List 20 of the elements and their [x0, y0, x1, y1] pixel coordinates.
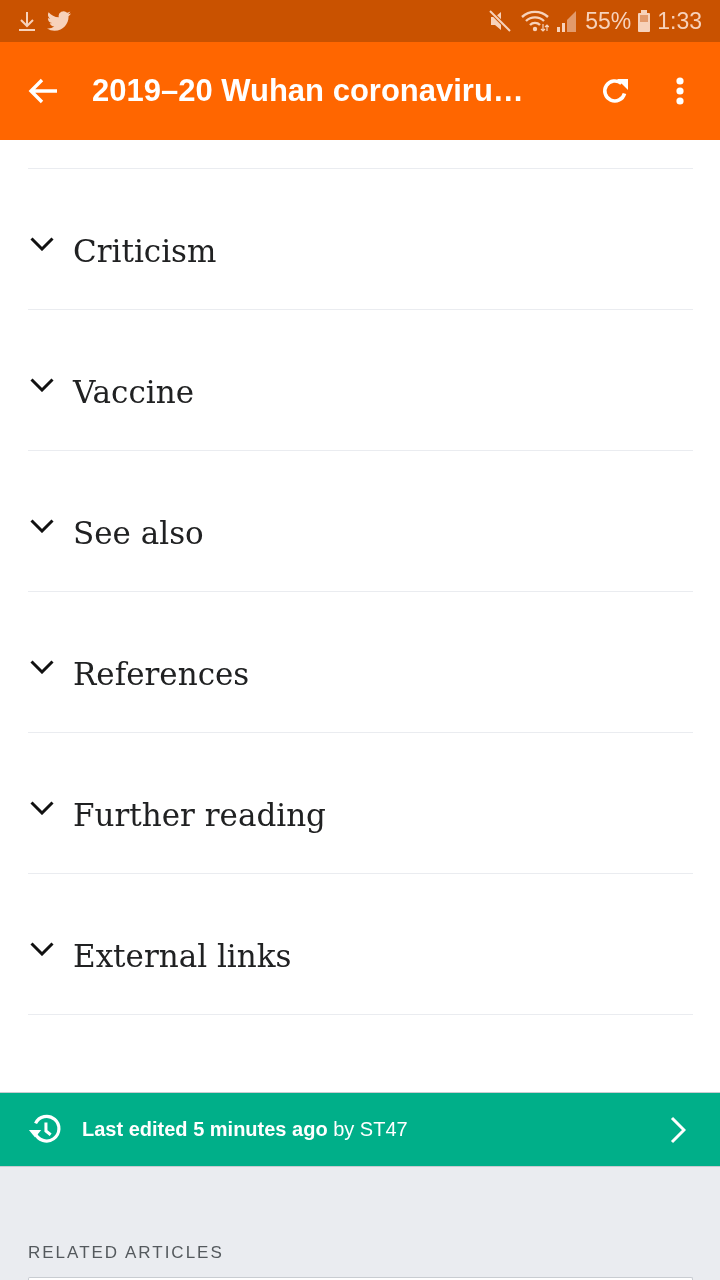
section-header[interactable]: See also: [28, 451, 204, 591]
refresh-icon: [600, 76, 630, 106]
section-header[interactable]: External links: [28, 874, 292, 1014]
signal-icon: [555, 10, 577, 32]
chevron-right-icon: [670, 1115, 686, 1144]
battery-icon: [637, 10, 652, 32]
download-icon: [18, 11, 36, 31]
clock-time: 1:33: [657, 8, 702, 34]
bird-icon: [47, 11, 71, 31]
page-title: 2019–20 Wuhan coronaviru…: [92, 72, 525, 110]
wifi-icon: [521, 10, 550, 32]
back-arrow-icon: [28, 78, 58, 104]
battery-percent: 55%: [585, 8, 632, 34]
mute-icon: [489, 10, 512, 32]
section-header[interactable]: References: [28, 592, 250, 732]
section-header[interactable]: Criticism: [28, 169, 217, 309]
section-header[interactable]: Further reading: [28, 733, 326, 873]
section-header[interactable]: Vaccine: [28, 310, 194, 450]
related-articles-heading: RELATED ARTICLES: [28, 1243, 225, 1263]
more-options-icon: [676, 77, 684, 105]
